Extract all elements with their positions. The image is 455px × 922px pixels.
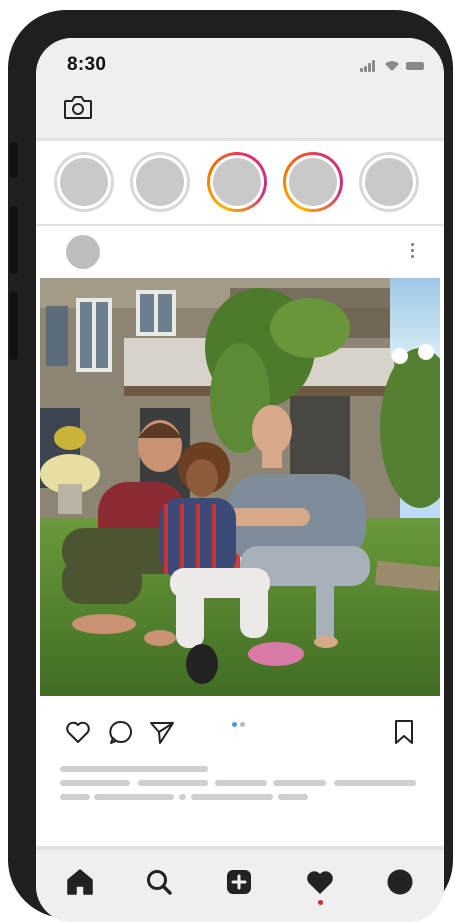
- new-post-icon[interactable]: [223, 866, 255, 898]
- mute-switch: [10, 142, 18, 178]
- story-avatar[interactable]: [359, 152, 419, 212]
- comment-icon[interactable]: [107, 718, 135, 746]
- volume-up-button: [10, 206, 18, 274]
- activity-heart-icon[interactable]: [304, 866, 336, 898]
- wifi-icon: [385, 61, 399, 71]
- more-options-icon[interactable]: [409, 241, 415, 261]
- phone-screen: 8:30: [36, 38, 444, 922]
- divider: [36, 138, 444, 141]
- active-tab-indicator: [318, 900, 323, 905]
- camera-icon[interactable]: [63, 94, 93, 120]
- story-avatar-unseen[interactable]: [207, 152, 267, 212]
- volume-down-button: [10, 292, 18, 360]
- bottom-navigation: [36, 850, 444, 922]
- family-photo: [40, 278, 440, 696]
- home-icon[interactable]: [64, 866, 96, 898]
- carousel-dot-active: [232, 722, 237, 727]
- stories-row: [36, 142, 444, 224]
- profile-icon[interactable]: [384, 866, 416, 898]
- search-icon[interactable]: [143, 866, 175, 898]
- post-author-avatar[interactable]: [66, 235, 100, 269]
- top-bar: 8:30: [36, 38, 444, 138]
- carousel-dot: [240, 722, 245, 727]
- bookmark-icon[interactable]: [390, 718, 418, 746]
- carousel-indicator: [232, 722, 248, 728]
- heart-icon[interactable]: [64, 718, 92, 746]
- post-actions: [36, 710, 444, 754]
- divider: [36, 224, 444, 226]
- story-avatar[interactable]: [54, 152, 114, 212]
- cellular-signal-icon: [360, 60, 378, 72]
- story-avatar[interactable]: [130, 152, 190, 212]
- post-header: [36, 228, 444, 276]
- phone-frame: 8:30: [8, 10, 453, 922]
- status-time: 8:30: [67, 54, 107, 75]
- battery-icon: [406, 62, 424, 70]
- share-icon[interactable]: [148, 718, 176, 746]
- post-photo[interactable]: [40, 278, 440, 696]
- story-avatar-unseen[interactable]: [283, 152, 343, 212]
